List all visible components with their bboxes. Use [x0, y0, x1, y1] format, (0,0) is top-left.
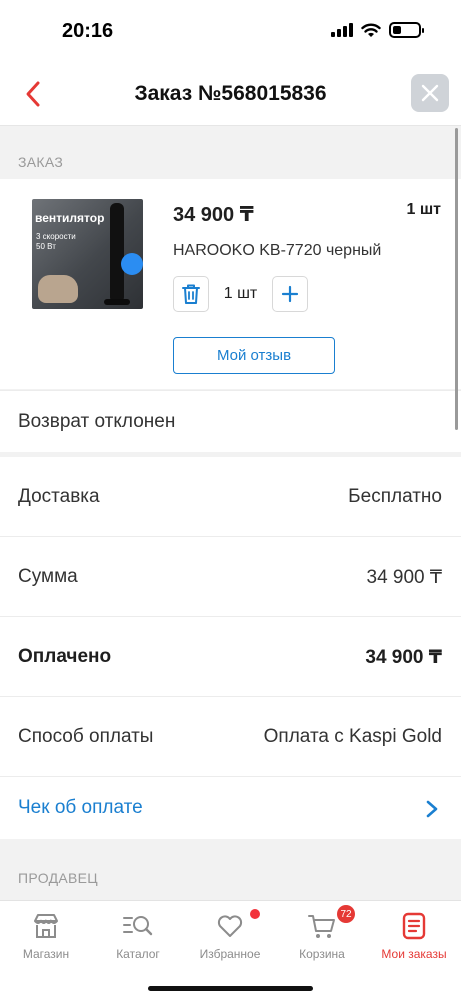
sum-row: Сумма 34 900 ₸: [0, 537, 461, 617]
row-label: Доставка: [18, 486, 100, 507]
order-section-label: ЗАКАЗ: [18, 154, 64, 170]
receipt-label: Чек об оплате: [18, 797, 143, 818]
status-bar: 20:16: [0, 0, 461, 62]
row-value: 34 900 ₸: [366, 567, 442, 588]
shop-icon: [34, 914, 58, 938]
my-review-button[interactable]: Мой отзыв: [173, 337, 335, 374]
catalog-search-icon: [123, 916, 153, 936]
tab-bar: Магазин Каталог Избранное 72 Корзина Мои…: [0, 900, 461, 999]
notification-dot: [250, 909, 260, 919]
product-name[interactable]: HAROOKO KB-7720 черный: [173, 242, 381, 260]
product-image[interactable]: вентилятор 3 скорости 50 Вт: [32, 199, 143, 309]
plus-icon: [281, 285, 299, 303]
order-summary: Доставка Бесплатно Сумма 34 900 ₸ Оплаче…: [0, 457, 461, 839]
row-label: Сумма: [18, 566, 78, 587]
header: Заказ №568015836: [0, 62, 461, 126]
status-time: 20:16: [62, 20, 114, 42]
row-value: Бесплатно: [348, 486, 442, 507]
return-status-row: Возврат отклонен: [0, 390, 461, 452]
battery-icon: [389, 22, 424, 38]
delete-button[interactable]: [173, 276, 209, 312]
cart-icon: [308, 915, 335, 938]
tab-label: Избранное: [199, 947, 261, 961]
cellular-signal-icon: [331, 23, 353, 37]
seller-section-label: ПРОДАВЕЦ: [18, 870, 98, 886]
image-title: вентилятор: [35, 211, 105, 225]
tab-label: Мои заказы: [381, 947, 447, 961]
tab-favorites[interactable]: Избранное: [184, 909, 276, 961]
cart-badge: 72: [337, 905, 355, 923]
row-value: 34 900 ₸: [365, 647, 442, 668]
tab-label: Каталог: [116, 947, 160, 961]
row-label: Оплачено: [18, 646, 112, 667]
page-title: Заказ №568015836: [134, 82, 327, 105]
increase-button[interactable]: [272, 276, 308, 312]
tab-label: Корзина: [299, 947, 345, 961]
payment-receipt-link[interactable]: Чек об оплате: [0, 777, 461, 839]
status-icons: [331, 22, 424, 38]
quantity-stepper: 1 шт: [173, 276, 308, 312]
product-quantity: 1 шт: [406, 201, 441, 218]
return-status: Возврат отклонен: [18, 411, 176, 432]
tab-label: Магазин: [22, 947, 70, 961]
close-icon: [421, 84, 439, 102]
scrollbar[interactable]: [455, 128, 458, 430]
image-subtitle: 3 скорости 50 Вт: [36, 232, 76, 252]
payment-method-row: Способ оплаты Оплата с Kaspi Gold: [0, 697, 461, 777]
tab-catalog[interactable]: Каталог: [92, 909, 184, 961]
product-card: вентилятор 3 скорости 50 Вт 34 900 ₸ 1 ш…: [0, 179, 461, 389]
delivery-row: Доставка Бесплатно: [0, 457, 461, 537]
orders-icon: [402, 912, 426, 940]
row-value: Оплата с Kaspi Gold: [263, 726, 442, 747]
stepper-quantity: 1 шт: [223, 285, 258, 302]
chevron-right-icon: [426, 800, 438, 818]
product-price: 34 900 ₸: [173, 204, 254, 226]
tab-shop[interactable]: Магазин: [0, 909, 92, 961]
trash-icon: [182, 284, 200, 304]
wifi-icon: [361, 23, 381, 37]
row-label: Способ оплаты: [18, 726, 154, 747]
tab-my-orders[interactable]: Мои заказы: [368, 909, 460, 961]
close-button[interactable]: [411, 74, 449, 112]
tab-cart[interactable]: 72 Корзина: [276, 905, 368, 961]
paid-row: Оплачено 34 900 ₸: [0, 617, 461, 697]
home-indicator: [148, 986, 313, 991]
heart-icon: [217, 915, 243, 937]
